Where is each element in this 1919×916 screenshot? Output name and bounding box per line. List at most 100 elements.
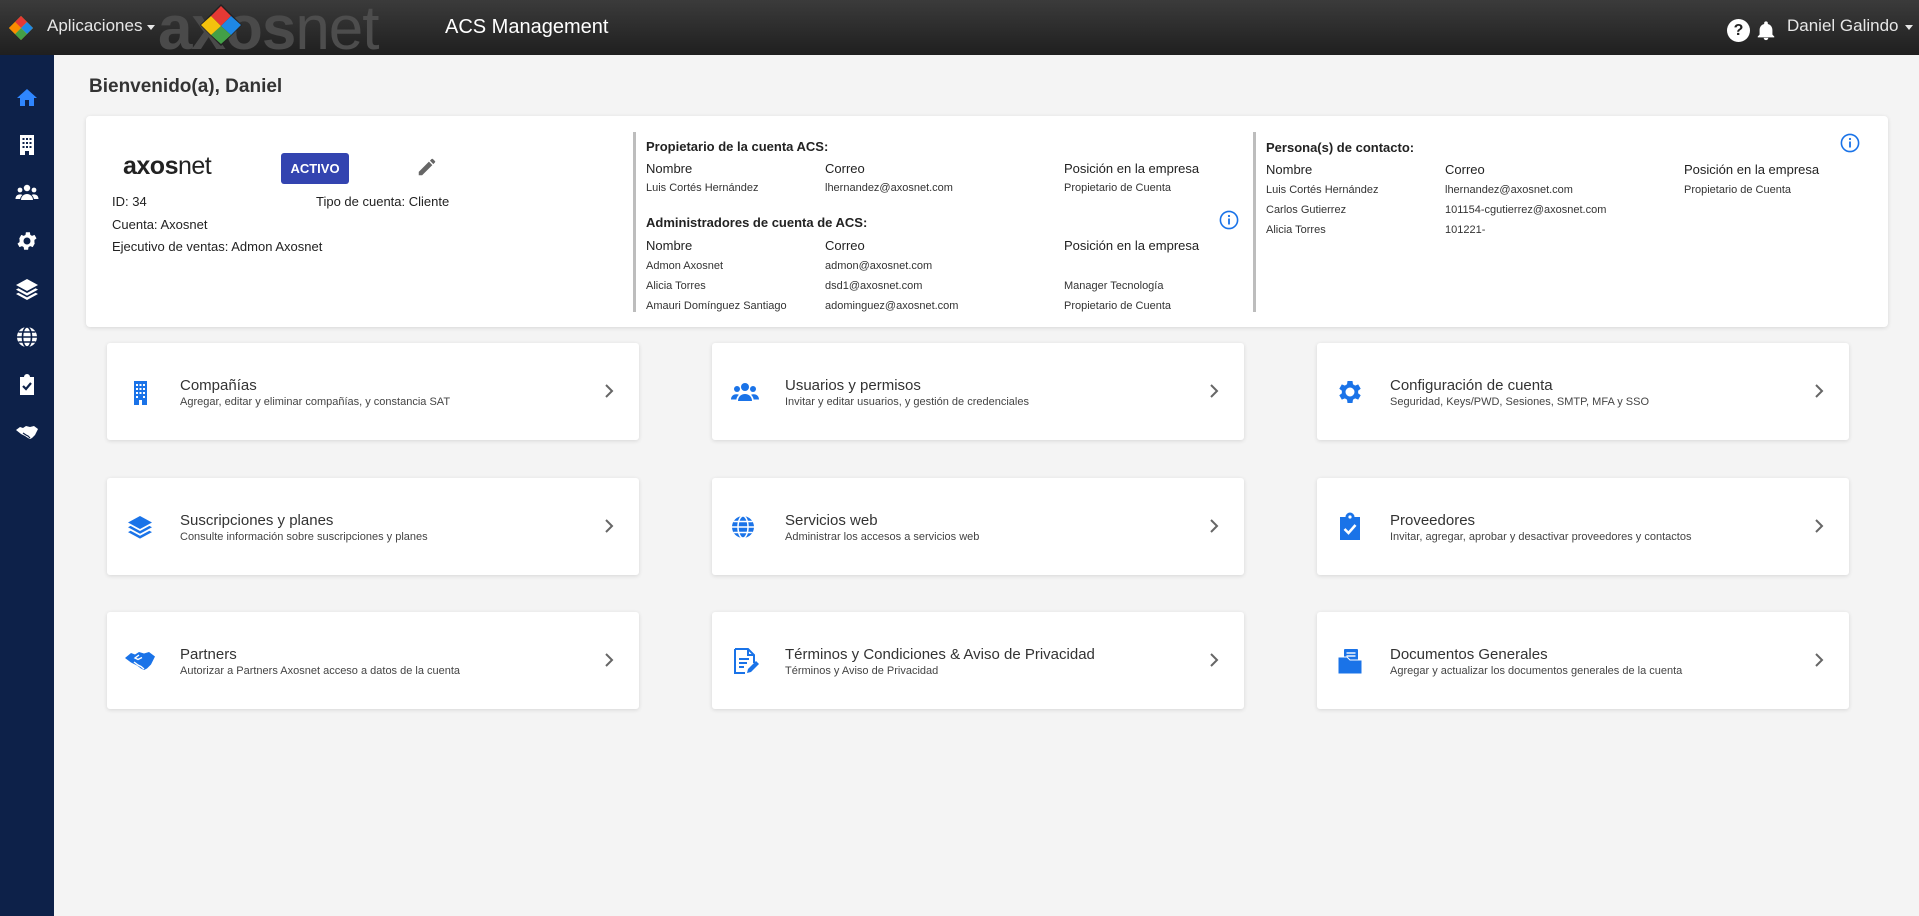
tile-title: Compañías bbox=[180, 377, 257, 394]
chevron-down-icon bbox=[1904, 24, 1913, 30]
owner-row-name: Luis Cortés Hernández bbox=[646, 182, 759, 194]
building-icon bbox=[20, 135, 34, 155]
tile-terms-privacy[interactable]: Términos y Condiciones & Aviso de Privac… bbox=[712, 612, 1244, 709]
sidebar-item-providers[interactable] bbox=[0, 365, 54, 405]
owner-row-email: lhernandez@axosnet.com bbox=[825, 182, 953, 194]
help-icon[interactable]: ? bbox=[1727, 19, 1750, 42]
owner-row-position: Propietario de Cuenta bbox=[1064, 182, 1172, 194]
tile-general-documents[interactable]: Documentos Generales Agregar y actualiza… bbox=[1317, 612, 1849, 709]
admins-col-email: Correo bbox=[825, 238, 865, 253]
tile-web-services[interactable]: Servicios web Administrar los accesos a … bbox=[712, 478, 1244, 575]
folder-documents-icon bbox=[1337, 649, 1363, 675]
tile-subscriptions-plans[interactable]: Suscripciones y planes Consulte informac… bbox=[107, 478, 639, 575]
account-name-value: Axosnet bbox=[160, 217, 208, 232]
tile-description: Agregar y actualizar los documentos gene… bbox=[1390, 665, 1683, 677]
account-name-label: Cuenta: bbox=[112, 217, 158, 232]
sidebar-item-subscriptions[interactable] bbox=[0, 269, 54, 309]
brand-watermark: axosnet bbox=[158, 0, 380, 64]
sidebar-item-companies[interactable] bbox=[0, 125, 54, 165]
user-name: Daniel Galindo bbox=[1787, 16, 1899, 35]
gear-icon bbox=[1339, 381, 1361, 403]
sidebar-item-partners[interactable] bbox=[0, 413, 54, 453]
admins-section-title: Administradores de cuenta de ACS: bbox=[646, 215, 868, 230]
tile-title: Configuración de cuenta bbox=[1390, 377, 1553, 394]
owner-col-position: Posición en la empresa bbox=[1064, 161, 1200, 176]
account-logo-a: axos bbox=[123, 152, 178, 180]
applications-menu[interactable]: Aplicaciones bbox=[47, 16, 156, 36]
bell-icon[interactable] bbox=[1755, 19, 1777, 43]
info-icon[interactable] bbox=[1219, 210, 1239, 230]
info-icon[interactable] bbox=[1840, 133, 1860, 153]
tile-title: Servicios web bbox=[785, 512, 878, 529]
clipboard-check-icon bbox=[1340, 512, 1360, 540]
owner-col-email: Correo bbox=[825, 161, 865, 176]
users-icon bbox=[731, 383, 759, 401]
chevron-right-icon bbox=[1210, 384, 1219, 398]
tile-companies[interactable]: Compañías Agregar, editar y eliminar com… bbox=[107, 343, 639, 440]
contact-row-email: 101154-cgutierrez@axosnet.com bbox=[1445, 204, 1607, 216]
admin-row-name: Amauri Domínguez Santiago bbox=[646, 300, 787, 312]
chevron-right-icon bbox=[1815, 519, 1824, 533]
document-edit-icon bbox=[734, 648, 759, 674]
tile-users-permissions[interactable]: Usuarios y permisos Invitar y editar usu… bbox=[712, 343, 1244, 440]
sidebar-item-web-services[interactable] bbox=[0, 317, 54, 357]
account-type-value: Cliente bbox=[408, 194, 450, 209]
tile-description: Administrar los accesos a servicios web bbox=[785, 531, 980, 543]
sales-executive: Ejecutivo de ventas: Admon Axosnet bbox=[112, 239, 322, 254]
tile-description: Agregar, editar y eliminar compañías, y … bbox=[180, 396, 451, 408]
app-logo-icon[interactable] bbox=[8, 15, 34, 41]
tile-partners[interactable]: Partners Autorizar a Partners Axosnet ac… bbox=[107, 612, 639, 709]
sidebar bbox=[0, 55, 54, 916]
account-logo-b: net bbox=[177, 152, 212, 180]
admin-row-position: Propietario de Cuenta bbox=[1064, 300, 1172, 312]
admin-row-email: adominguez@axosnet.com bbox=[825, 300, 959, 312]
divider bbox=[1253, 132, 1256, 312]
contacts-section-title: Persona(s) de contacto: bbox=[1266, 140, 1415, 155]
tile-account-settings[interactable]: Configuración de cuenta Seguridad, Keys/… bbox=[1317, 343, 1849, 440]
contacts-col-name: Nombre bbox=[1266, 162, 1313, 177]
app-title: ACS Management bbox=[445, 16, 609, 38]
sidebar-item-users[interactable] bbox=[0, 173, 54, 213]
account-type: Tipo de cuenta: Cliente bbox=[316, 194, 449, 209]
layers-icon bbox=[16, 279, 38, 300]
sales-executive-value: Admon Axosnet bbox=[231, 239, 323, 254]
admin-row-email: admon@axosnet.com bbox=[825, 260, 933, 272]
chevron-right-icon bbox=[1210, 653, 1219, 667]
chevron-right-icon bbox=[1815, 653, 1824, 667]
user-menu[interactable]: Daniel Galindo bbox=[1787, 16, 1913, 36]
contact-row-name: Alicia Torres bbox=[1266, 224, 1326, 236]
chevron-right-icon bbox=[1815, 384, 1824, 398]
sidebar-item-settings[interactable] bbox=[0, 221, 54, 261]
contact-row-email: lhernandez@axosnet.com bbox=[1445, 184, 1573, 196]
tile-description: Términos y Aviso de Privacidad bbox=[785, 665, 939, 677]
admin-row-name: Admon Axosnet bbox=[646, 260, 724, 272]
page-title: Bienvenido(a), Daniel bbox=[89, 76, 283, 97]
edit-pencil-icon[interactable] bbox=[416, 156, 438, 178]
account-id-label: ID: bbox=[112, 194, 129, 209]
brand-watermark-b: net bbox=[295, 0, 379, 63]
divider bbox=[633, 132, 636, 312]
tile-description: Autorizar a Partners Axosnet acceso a da… bbox=[180, 665, 461, 677]
account-logo: axosnet bbox=[123, 152, 212, 181]
account-id: ID: 34 bbox=[112, 194, 147, 209]
tile-title: Documentos Generales bbox=[1390, 646, 1548, 663]
account-summary-card: axosnet ACTIVO ID: 34 Tipo de cuenta: Cl… bbox=[86, 116, 1888, 327]
tile-title: Suscripciones y planes bbox=[180, 512, 334, 529]
clipboard-check-icon bbox=[20, 374, 34, 395]
sidebar-item-home[interactable] bbox=[0, 78, 54, 118]
tile-description: Consulte información sobre suscripciones… bbox=[180, 531, 428, 543]
handshake-icon bbox=[125, 652, 155, 670]
chevron-right-icon bbox=[1210, 519, 1219, 533]
tile-providers[interactable]: Proveedores Invitar, agregar, aprobar y … bbox=[1317, 478, 1849, 575]
building-icon bbox=[134, 381, 147, 405]
tile-title: Términos y Condiciones & Aviso de Privac… bbox=[785, 646, 1095, 663]
account-id-value: 34 bbox=[132, 194, 147, 209]
owner-col-name: Nombre bbox=[646, 161, 693, 176]
tile-description: Seguridad, Keys/PWD, Sesiones, SMTP, MFA… bbox=[1390, 396, 1650, 408]
sales-executive-label: Ejecutivo de ventas: bbox=[112, 239, 229, 254]
contact-row-position: Propietario de Cuenta bbox=[1684, 184, 1792, 196]
chevron-down-icon bbox=[147, 24, 156, 30]
tile-description: Invitar y editar usuarios, y gestión de … bbox=[785, 396, 1029, 408]
top-bar: Aplicaciones axosnet ACS Management ? Da… bbox=[0, 0, 1919, 63]
owners-admins-panel[interactable]: Propietario de la cuenta ACS: Nombre Cor… bbox=[646, 126, 1236, 326]
